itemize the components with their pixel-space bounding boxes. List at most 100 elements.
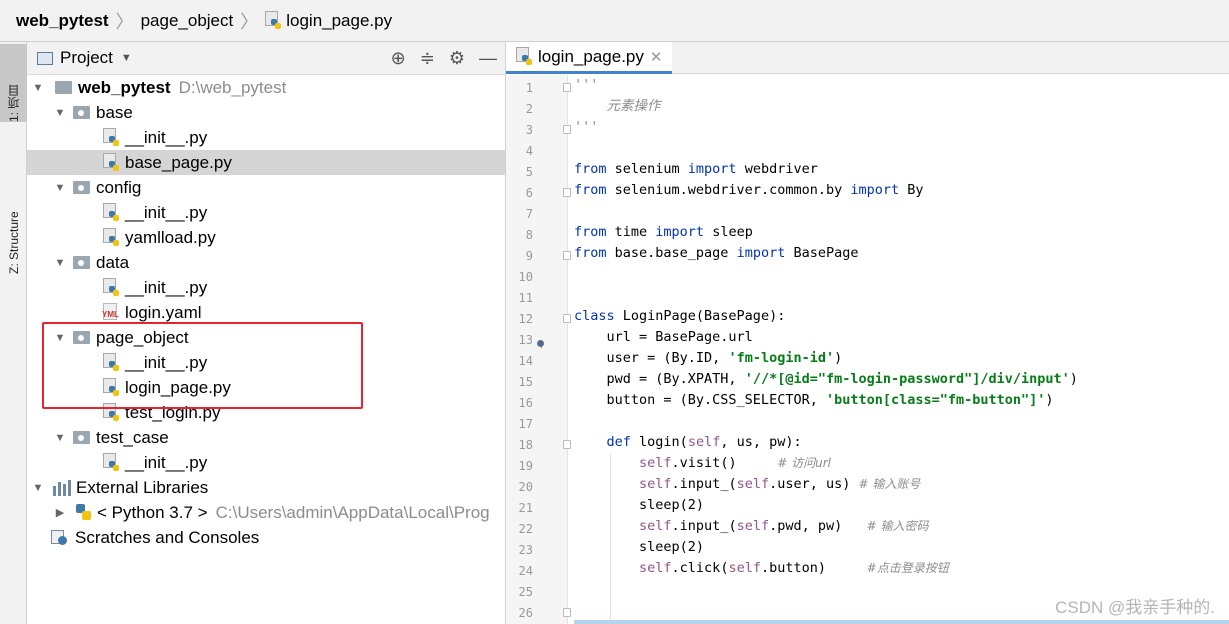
code-text: selenium (606, 161, 688, 177)
editor-tab-bar: login_page.py ✕ (506, 42, 1229, 74)
tree-item-label: login.yaml (125, 302, 202, 322)
breadcrumb: web_pytest 〉 page_object 〉 login_page.py (0, 0, 1229, 42)
tree-item-label: External Libraries (76, 477, 209, 497)
tool-window-strip: 1: 项目 Z: Structure (0, 42, 27, 624)
line-number: 2 (525, 102, 533, 116)
project-panel: Project ▼ ⊕ ≑ ⚙ — ▼ web_pytest D:\web_py… (27, 42, 506, 624)
expanded-arrow-icon[interactable]: ▼ (53, 257, 67, 269)
python-file-icon (516, 47, 533, 66)
fold-marker-icon[interactable] (563, 314, 571, 323)
code-text: BasePage (785, 245, 859, 261)
code-line: self.input_(self.user, us) # 输入账号 (574, 474, 920, 495)
expanded-arrow-icon[interactable]: ▼ (31, 482, 45, 494)
fold-marker-icon[interactable] (563, 125, 571, 134)
code-text: pwd = (By.XPATH, (574, 371, 745, 387)
fold-marker-icon[interactable] (563, 188, 571, 197)
breadcrumb-project[interactable]: web_pytest (16, 11, 109, 31)
line-number: 12 (518, 312, 533, 326)
line-number: 25 (518, 585, 533, 599)
line-number: 4 (525, 144, 533, 158)
breadcrumb-file[interactable]: login_page.py (286, 11, 392, 31)
breadcrumb-folder[interactable]: page_object (141, 11, 234, 31)
fold-marker-icon[interactable] (563, 608, 571, 617)
code-line: user = (By.ID, 'fm-login-id') (574, 348, 843, 369)
tree-item-path: C:\Users\admin\AppData\Local\Prog (215, 502, 490, 522)
keyword: def (606, 434, 631, 450)
gear-icon[interactable]: ⚙ (449, 48, 465, 69)
locate-target-icon[interactable]: ⊕ (391, 48, 406, 69)
tree-item-file[interactable]: __init__.py (27, 200, 505, 225)
close-icon[interactable]: ✕ (650, 48, 663, 66)
python-file-icon (103, 278, 120, 297)
line-number: 17 (518, 417, 533, 431)
tree-item-label: web_pytest (78, 77, 171, 97)
hide-panel-icon[interactable]: — (479, 48, 497, 69)
tree-item-external-libraries[interactable]: ▼ External Libraries (27, 475, 505, 500)
tree-item-package[interactable]: ▼ data (27, 250, 505, 275)
code-line: class LoginPage(BasePage): (574, 306, 785, 327)
code-text: selenium.webdriver.common.by (606, 182, 851, 198)
expanded-arrow-icon[interactable]: ▼ (31, 82, 45, 94)
collapse-all-icon[interactable]: ≑ (420, 48, 435, 69)
code-text: .visit() (671, 455, 778, 471)
tree-item-package[interactable]: ▼ test_case (27, 425, 505, 450)
code-line: from time import sleep (574, 222, 753, 243)
string-literal: 'fm-login-id' (728, 350, 835, 366)
python-file-icon (103, 153, 120, 172)
line-number: 13 (518, 333, 533, 347)
line-number: 6 (525, 186, 533, 200)
line-number: 9 (525, 249, 533, 263)
tree-item-label: __init__.py (125, 127, 208, 147)
code-area[interactable]: ''' 元素操作 ''' from selenium import webdri… (574, 75, 1229, 624)
docstring: ''' (574, 77, 599, 93)
code-comment: # 访问url (777, 456, 831, 470)
override-arrow-icon[interactable]: ↑ (538, 336, 545, 351)
tool-tab-structure[interactable]: Z: Structure (0, 134, 27, 274)
self-keyword: self (639, 518, 672, 534)
fold-marker-icon[interactable] (563, 440, 571, 449)
collapsed-arrow-icon[interactable]: ▶ (53, 506, 67, 519)
editor-bottom-highlight (574, 620, 1229, 624)
editor-tab-login-page[interactable]: login_page.py ✕ (506, 42, 673, 74)
string-literal: '//*[@id="fm-login-password"]/div/input' (744, 371, 1070, 387)
line-number: 1 (525, 81, 533, 95)
tool-tab-project[interactable]: 1: 项目 (0, 44, 27, 122)
expanded-arrow-icon[interactable]: ▼ (53, 107, 67, 119)
code-text: .button) (760, 560, 867, 576)
code-text: .input_( (671, 518, 737, 534)
project-panel-title[interactable]: Project (60, 48, 113, 68)
tree-item-label: < Python 3.7 > (97, 502, 208, 522)
fold-marker-icon[interactable] (563, 83, 571, 92)
code-line: from selenium.webdriver.common.by import… (574, 180, 924, 201)
tree-item-file[interactable]: yamlload.py (27, 225, 505, 250)
tree-item-package[interactable]: ▼ base (27, 100, 505, 125)
tree-item-file[interactable]: __init__.py (27, 275, 505, 300)
code-text: sleep (704, 224, 753, 240)
keyword: from (574, 161, 607, 177)
line-number: 11 (518, 291, 533, 305)
editor-tab-label: login_page.py (538, 46, 644, 66)
expanded-arrow-icon[interactable]: ▼ (53, 182, 67, 194)
tree-item-label: base_page.py (125, 152, 232, 172)
tree-item-file[interactable]: __init__.py (27, 125, 505, 150)
tree-item-project-root[interactable]: ▼ web_pytest D:\web_pytest (27, 75, 505, 100)
tree-item-file-selected[interactable]: base_page.py (27, 150, 505, 175)
expanded-arrow-icon[interactable]: ▼ (53, 432, 67, 444)
code-text: url = BasePage.url (574, 329, 753, 345)
keyword: class (574, 308, 615, 324)
self-keyword: self (736, 518, 770, 534)
tree-item-package[interactable]: ▼ config (27, 175, 505, 200)
code-text: ) (1069, 371, 1078, 387)
tree-item-python-sdk[interactable]: ▶ < Python 3.7 > C:\Users\admin\AppData\… (27, 500, 505, 525)
code-text: button = (By.CSS_SELECTOR, (574, 392, 826, 408)
code-text: ) (834, 350, 843, 366)
self-keyword: self (687, 434, 721, 450)
code-text: , us, pw): (720, 434, 802, 450)
code-comment: #点击登录按钮 (866, 561, 949, 575)
line-number: 3 (525, 123, 533, 137)
code-text: sleep(2) (574, 497, 705, 513)
tree-item-scratches[interactable]: Scratches and Consoles (27, 525, 505, 550)
fold-marker-icon[interactable] (563, 251, 571, 260)
chevron-down-icon[interactable]: ▼ (121, 52, 132, 64)
tree-item-file[interactable]: __init__.py (27, 450, 505, 475)
